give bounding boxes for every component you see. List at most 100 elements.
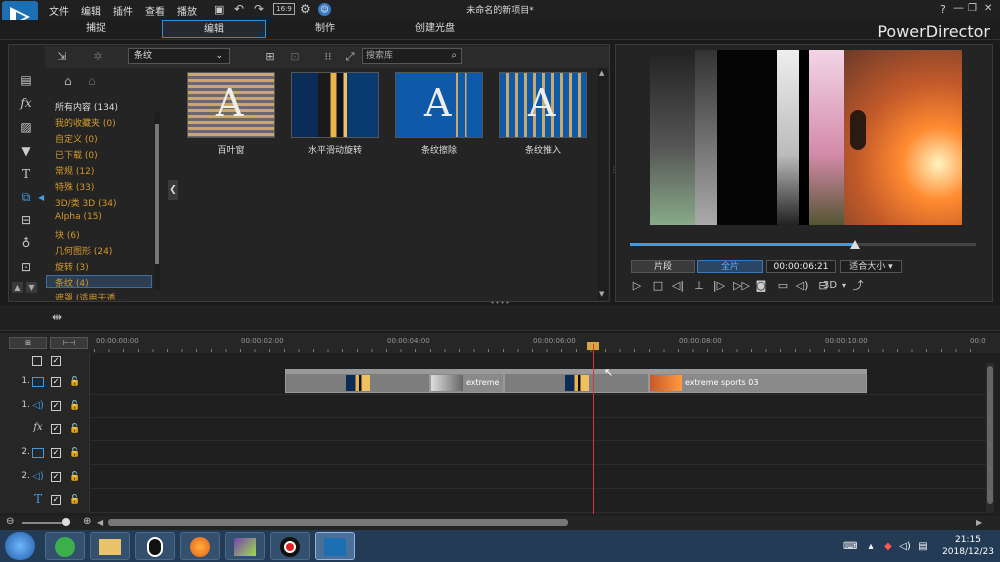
settings-gear-icon[interactable]: ⚙	[300, 2, 311, 16]
next-frame-icon[interactable]: |▷	[712, 279, 726, 293]
category-item-selected[interactable]: 条纹 (4)	[55, 276, 89, 289]
category-scroll-thumb[interactable]	[155, 124, 159, 264]
grid-view-icon[interactable]: ⁝⁝	[320, 50, 336, 64]
clip-mode-button[interactable]: 片段	[631, 260, 695, 273]
resize-handle-icon[interactable]: ∙∙∙∙	[490, 298, 510, 307]
volume-tray-icon[interactable]: ◁)	[899, 541, 911, 553]
category-item[interactable]: 几何图形 (24)	[55, 244, 112, 257]
taskbar-file-explorer-icon[interactable]	[90, 532, 130, 560]
lock-icon[interactable]: 🔓	[69, 495, 80, 505]
category-item[interactable]: 我的收藏夹 (0)	[55, 116, 116, 129]
zoom-slider-handle[interactable]	[62, 518, 70, 526]
category-item[interactable]: 遮罩 (适用于透...	[55, 291, 124, 300]
taskbar-qq-icon[interactable]	[135, 532, 175, 560]
scroll-down-icon[interactable]: ▼	[599, 290, 604, 298]
scroll-down-icon[interactable]: ▼	[26, 282, 37, 293]
tab-create-disc[interactable]: 创建光盘	[390, 20, 480, 38]
resize-handle-vertical-icon[interactable]: ⋮	[610, 165, 618, 174]
category-item[interactable]: 所有内容 (134)	[55, 100, 118, 113]
category-item[interactable]: 自定义 (0)	[55, 132, 98, 145]
taskbar-clock[interactable]: 21:15 2018/12/23	[938, 534, 998, 558]
category-item[interactable]: 块 (6)	[55, 228, 80, 241]
video-clip[interactable]: extreme sports 03	[649, 373, 867, 393]
chevron-down-icon[interactable]: ▾	[837, 279, 851, 293]
track-enable-checkbox[interactable]: ✓	[51, 377, 61, 387]
stop-icon[interactable]: □	[651, 279, 665, 293]
tab-produce[interactable]: 制作	[290, 20, 360, 38]
category-filter-dropdown[interactable]: 条纹 ⌄	[128, 48, 230, 64]
taskbar-recorder-icon[interactable]	[270, 532, 310, 560]
undo-icon[interactable]: ↶	[234, 2, 244, 16]
tray-expand-icon[interactable]: ▴	[865, 541, 877, 553]
play-icon[interactable]: ▷	[630, 279, 644, 293]
snapshot-icon[interactable]: ◙	[754, 279, 768, 293]
taskbar-app-360-icon[interactable]	[45, 532, 85, 560]
redo-icon[interactable]: ↷	[254, 2, 264, 16]
close-button[interactable]: ✕	[984, 3, 992, 14]
lock-icon[interactable]: 🔓	[69, 377, 80, 387]
transition-room-icon[interactable]: ⧉	[18, 189, 34, 205]
split-tracks-icon[interactable]: ⇹	[52, 310, 62, 324]
lock-icon[interactable]: 🔓	[69, 472, 80, 482]
add-tag-icon[interactable]: ⌂	[64, 74, 72, 88]
track-visible-checkbox[interactable]: ✓	[51, 356, 61, 366]
zoom-in-icon[interactable]: ⊕	[83, 516, 91, 527]
aspect-ratio-icon[interactable]: 16:9	[273, 3, 295, 15]
library-scrollbar[interactable]	[598, 68, 608, 300]
chapter-room-icon[interactable]: ⊡	[18, 259, 34, 275]
next-marker-icon[interactable]: ⊥	[692, 279, 706, 293]
transition-marker[interactable]	[565, 375, 589, 391]
lock-icon[interactable]: 🔓	[69, 424, 80, 434]
video-clip[interactable]: extreme	[430, 373, 504, 393]
menu-view[interactable]: 查看	[145, 3, 165, 18]
zoom-out-icon[interactable]: ⊖	[6, 516, 14, 527]
movie-mode-button[interactable]: 全片	[697, 260, 763, 273]
transition-marker[interactable]	[346, 375, 370, 391]
search-icon[interactable]: ⌕	[451, 49, 457, 63]
seek-handle[interactable]	[849, 240, 860, 249]
track-select-all-checkbox[interactable]	[32, 356, 42, 366]
timeline-vscroll-thumb[interactable]	[987, 366, 993, 504]
menu-file[interactable]: 文件	[49, 3, 69, 18]
transition-thumbnail-stripe-wipe[interactable]: A	[395, 72, 483, 138]
keyboard-tray-icon[interactable]: ⌨	[843, 541, 857, 553]
account-icon[interactable]: ☺	[318, 3, 331, 16]
preview-video-frame[interactable]	[650, 50, 962, 225]
audio-mixing-room-icon[interactable]: ⊟	[18, 212, 34, 228]
security-tray-icon[interactable]: ◆	[882, 541, 894, 553]
tab-edit[interactable]: 编辑	[162, 20, 266, 38]
scroll-right-icon[interactable]: ▶	[976, 518, 982, 527]
volume-icon[interactable]: ◁)	[795, 279, 809, 293]
category-item[interactable]: 常规 (12)	[55, 164, 94, 177]
menu-play[interactable]: 播放	[177, 3, 197, 18]
category-item[interactable]: 特殊 (33)	[55, 180, 94, 193]
menu-edit[interactable]: 编辑	[81, 3, 101, 18]
voiceover-room-icon[interactable]: ♁	[18, 235, 34, 251]
add-to-timeline-icon[interactable]: ⊞	[262, 50, 278, 64]
popout-preview-icon[interactable]: ⤴	[851, 279, 865, 293]
track-enable-checkbox[interactable]: ✓	[51, 401, 61, 411]
scroll-left-icon[interactable]: ◀	[97, 518, 103, 527]
taskbar-media-app-icon[interactable]	[225, 532, 265, 560]
start-button[interactable]	[5, 532, 35, 560]
track-enable-checkbox[interactable]: ✓	[51, 472, 61, 482]
title-room-icon[interactable]: T	[18, 166, 34, 182]
category-item[interactable]: 旋转 (3)	[55, 260, 89, 273]
transition-thumbnail-horizontal-slide-rotate[interactable]	[291, 72, 379, 138]
media-room-icon[interactable]: ▤	[18, 72, 34, 88]
library-search-input[interactable]: 搜索库 ⌕	[362, 48, 462, 64]
help-button[interactable]: ?	[940, 3, 946, 16]
playhead-line[interactable]	[593, 344, 594, 514]
collapse-panel-button[interactable]: ❮	[168, 180, 178, 200]
storyboard-view-icon[interactable]: ⊞	[9, 337, 47, 349]
fullscreen-view-icon[interactable]: ⤢	[342, 50, 358, 64]
lock-icon[interactable]: 🔓	[69, 401, 80, 411]
category-item[interactable]: 3D/类 3D (34)	[55, 196, 117, 209]
tab-capture[interactable]: 捕捉	[60, 20, 132, 38]
menu-plugins[interactable]: 插件	[113, 3, 133, 18]
track-enable-checkbox[interactable]: ✓	[51, 424, 61, 434]
save-icon[interactable]: ▣	[214, 3, 224, 16]
scroll-up-icon[interactable]: ▲	[599, 69, 604, 77]
subtitle-icon[interactable]: ▭	[776, 279, 790, 293]
taskbar-firefox-icon[interactable]	[180, 532, 220, 560]
